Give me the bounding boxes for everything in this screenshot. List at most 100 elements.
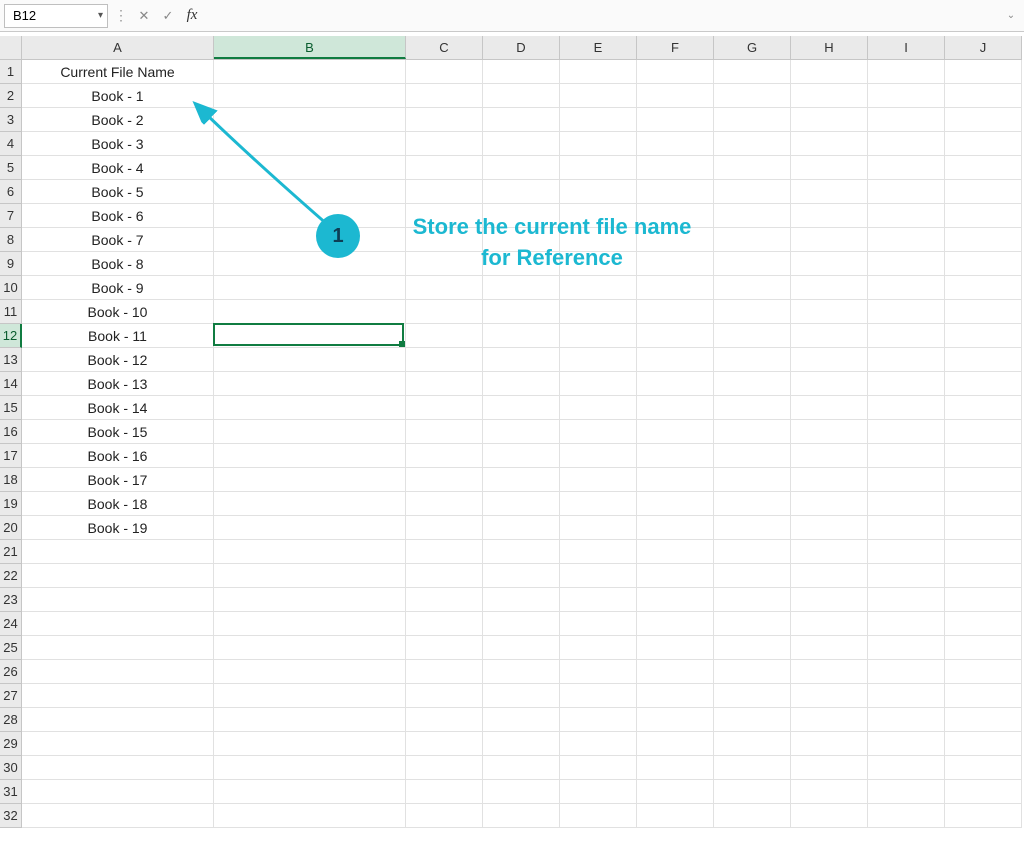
cell-H10[interactable] bbox=[791, 276, 868, 300]
cell-A7[interactable]: Book - 6 bbox=[22, 204, 214, 228]
cell-E1[interactable] bbox=[560, 60, 637, 84]
cell-C1[interactable] bbox=[406, 60, 483, 84]
cell-A15[interactable]: Book - 14 bbox=[22, 396, 214, 420]
cell-E24[interactable] bbox=[560, 612, 637, 636]
cell-F4[interactable] bbox=[637, 132, 714, 156]
cell-J18[interactable] bbox=[945, 468, 1022, 492]
cell-B30[interactable] bbox=[214, 756, 406, 780]
cell-I7[interactable] bbox=[868, 204, 945, 228]
cell-E6[interactable] bbox=[560, 180, 637, 204]
row-header-18[interactable]: 18 bbox=[0, 468, 21, 492]
cell-J12[interactable] bbox=[945, 324, 1022, 348]
cell-A22[interactable] bbox=[22, 564, 214, 588]
cell-A6[interactable]: Book - 5 bbox=[22, 180, 214, 204]
cell-H30[interactable] bbox=[791, 756, 868, 780]
cell-I29[interactable] bbox=[868, 732, 945, 756]
cell-G25[interactable] bbox=[714, 636, 791, 660]
row-header-26[interactable]: 26 bbox=[0, 660, 21, 684]
cell-B27[interactable] bbox=[214, 684, 406, 708]
cell-E2[interactable] bbox=[560, 84, 637, 108]
column-header-I[interactable]: I bbox=[868, 36, 945, 59]
cell-A23[interactable] bbox=[22, 588, 214, 612]
cell-A29[interactable] bbox=[22, 732, 214, 756]
cell-J22[interactable] bbox=[945, 564, 1022, 588]
cell-H31[interactable] bbox=[791, 780, 868, 804]
cell-D10[interactable] bbox=[483, 276, 560, 300]
cell-C29[interactable] bbox=[406, 732, 483, 756]
row-header-27[interactable]: 27 bbox=[0, 684, 21, 708]
cell-E17[interactable] bbox=[560, 444, 637, 468]
cell-A4[interactable]: Book - 3 bbox=[22, 132, 214, 156]
cells-area[interactable]: Current File NameBook - 1Book - 2Book - … bbox=[22, 60, 1022, 828]
cell-C5[interactable] bbox=[406, 156, 483, 180]
cell-J19[interactable] bbox=[945, 492, 1022, 516]
cell-F25[interactable] bbox=[637, 636, 714, 660]
cell-C13[interactable] bbox=[406, 348, 483, 372]
row-header-22[interactable]: 22 bbox=[0, 564, 21, 588]
cell-H7[interactable] bbox=[791, 204, 868, 228]
confirm-icon[interactable]: ✓ bbox=[158, 8, 178, 24]
cell-E3[interactable] bbox=[560, 108, 637, 132]
row-header-19[interactable]: 19 bbox=[0, 492, 21, 516]
cell-C2[interactable] bbox=[406, 84, 483, 108]
cell-B10[interactable] bbox=[214, 276, 406, 300]
cell-B24[interactable] bbox=[214, 612, 406, 636]
cell-H9[interactable] bbox=[791, 252, 868, 276]
cell-G10[interactable] bbox=[714, 276, 791, 300]
cell-C20[interactable] bbox=[406, 516, 483, 540]
cell-I4[interactable] bbox=[868, 132, 945, 156]
cell-J6[interactable] bbox=[945, 180, 1022, 204]
cell-G26[interactable] bbox=[714, 660, 791, 684]
cell-E8[interactable] bbox=[560, 228, 637, 252]
cell-J20[interactable] bbox=[945, 516, 1022, 540]
cell-H19[interactable] bbox=[791, 492, 868, 516]
cell-E11[interactable] bbox=[560, 300, 637, 324]
column-header-G[interactable]: G bbox=[714, 36, 791, 59]
cell-I18[interactable] bbox=[868, 468, 945, 492]
cell-E5[interactable] bbox=[560, 156, 637, 180]
column-header-A[interactable]: A bbox=[22, 36, 214, 59]
cell-G19[interactable] bbox=[714, 492, 791, 516]
cell-A24[interactable] bbox=[22, 612, 214, 636]
cell-F20[interactable] bbox=[637, 516, 714, 540]
cell-D26[interactable] bbox=[483, 660, 560, 684]
row-header-23[interactable]: 23 bbox=[0, 588, 21, 612]
cell-J29[interactable] bbox=[945, 732, 1022, 756]
cell-B25[interactable] bbox=[214, 636, 406, 660]
cell-G12[interactable] bbox=[714, 324, 791, 348]
cell-A27[interactable] bbox=[22, 684, 214, 708]
cell-G14[interactable] bbox=[714, 372, 791, 396]
cell-F16[interactable] bbox=[637, 420, 714, 444]
cell-C25[interactable] bbox=[406, 636, 483, 660]
cell-G9[interactable] bbox=[714, 252, 791, 276]
cell-I27[interactable] bbox=[868, 684, 945, 708]
cell-B23[interactable] bbox=[214, 588, 406, 612]
cell-C6[interactable] bbox=[406, 180, 483, 204]
cell-A25[interactable] bbox=[22, 636, 214, 660]
cell-I15[interactable] bbox=[868, 396, 945, 420]
cell-D15[interactable] bbox=[483, 396, 560, 420]
cell-F26[interactable] bbox=[637, 660, 714, 684]
cell-I30[interactable] bbox=[868, 756, 945, 780]
cell-H18[interactable] bbox=[791, 468, 868, 492]
cell-F12[interactable] bbox=[637, 324, 714, 348]
cell-G18[interactable] bbox=[714, 468, 791, 492]
cell-E4[interactable] bbox=[560, 132, 637, 156]
cell-F14[interactable] bbox=[637, 372, 714, 396]
cell-H3[interactable] bbox=[791, 108, 868, 132]
cell-C30[interactable] bbox=[406, 756, 483, 780]
cell-G13[interactable] bbox=[714, 348, 791, 372]
cell-A12[interactable]: Book - 11 bbox=[22, 324, 214, 348]
cell-E26[interactable] bbox=[560, 660, 637, 684]
cell-A9[interactable]: Book - 8 bbox=[22, 252, 214, 276]
column-header-C[interactable]: C bbox=[406, 36, 483, 59]
cell-E19[interactable] bbox=[560, 492, 637, 516]
cell-G24[interactable] bbox=[714, 612, 791, 636]
row-header-5[interactable]: 5 bbox=[0, 156, 21, 180]
cell-I28[interactable] bbox=[868, 708, 945, 732]
cell-D9[interactable] bbox=[483, 252, 560, 276]
cell-B7[interactable] bbox=[214, 204, 406, 228]
cell-B3[interactable] bbox=[214, 108, 406, 132]
cell-G31[interactable] bbox=[714, 780, 791, 804]
cell-I9[interactable] bbox=[868, 252, 945, 276]
